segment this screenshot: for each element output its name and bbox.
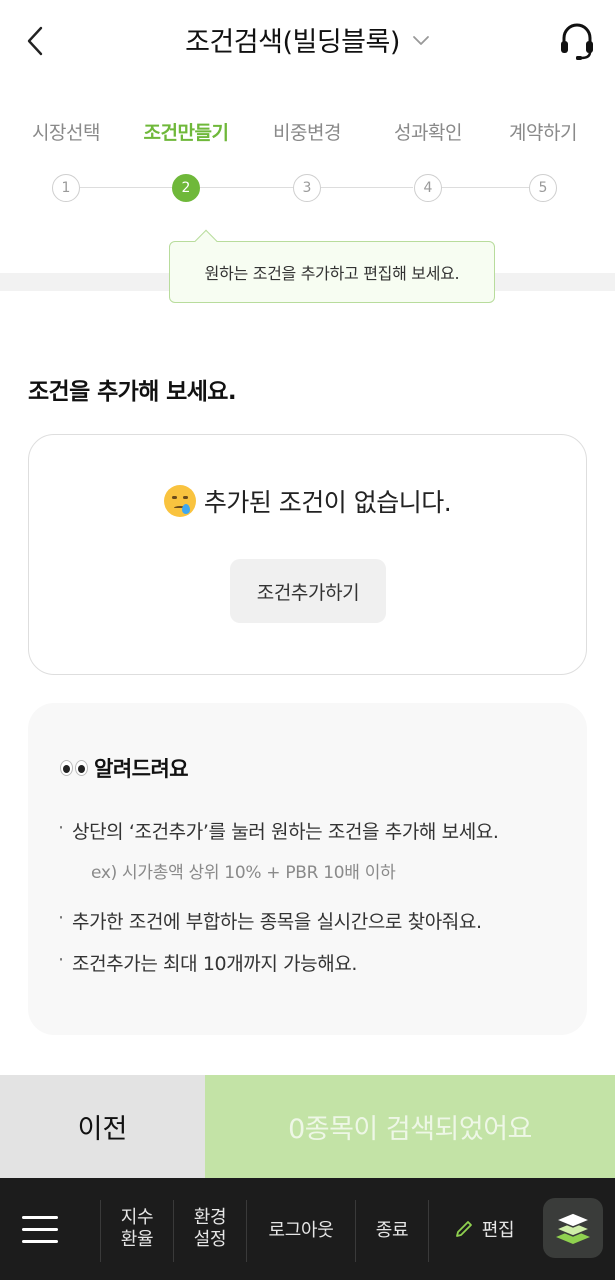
header: 조건검색(빌딩블록) xyxy=(0,0,615,84)
layers-button[interactable] xyxy=(543,1198,603,1258)
tab-index-exchange[interactable]: 지수 환율 xyxy=(101,1178,173,1280)
step-number: 2 xyxy=(172,174,200,202)
step-label: 비중변경 xyxy=(273,122,341,144)
tab-edit[interactable]: 편집 xyxy=(429,1178,539,1280)
step-check-performance[interactable]: 성과확인 4 xyxy=(378,118,478,202)
step-number: 3 xyxy=(293,174,321,202)
step-label: 성과확인 xyxy=(394,122,462,144)
eyes-icon xyxy=(60,760,88,776)
notice-item: · 추가한 조건에 부합하는 종목을 실시간으로 찾아줘요. xyxy=(58,907,482,933)
headset-icon xyxy=(561,23,593,60)
empty-message: 추가된 조건이 없습니다. xyxy=(29,483,586,519)
prev-button[interactable]: 이전 xyxy=(0,1075,205,1178)
step-label: 계약하기 xyxy=(509,122,577,144)
step-make-condition[interactable]: 조건만들기 2 xyxy=(136,118,236,202)
tab-env-settings[interactable]: 환경 설정 xyxy=(174,1178,246,1280)
step-number: 5 xyxy=(529,174,557,202)
step-number: 1 xyxy=(52,174,80,202)
step-label: 시장선택 xyxy=(32,122,100,144)
step-number: 4 xyxy=(414,174,442,202)
customer-support-button[interactable] xyxy=(557,20,597,62)
add-condition-button[interactable]: 조건추가하기 xyxy=(230,559,386,623)
empty-message-text: 추가된 조건이 없습니다. xyxy=(203,488,452,517)
title-dropdown[interactable]: 조건검색(빌딩블록) xyxy=(0,20,615,59)
tooltip-text: 원하는 조건을 추가하고 편집해 보세요. xyxy=(204,264,460,283)
tab-exit[interactable]: 종료 xyxy=(356,1178,428,1280)
tab-label: 설정 xyxy=(193,1229,227,1250)
notice-example: ex) 시가총액 상위 10% + PBR 10배 이하 xyxy=(91,863,396,883)
notice-title-text: 알려드려요 xyxy=(94,757,189,781)
step-connector xyxy=(80,187,172,188)
step-market-select[interactable]: 시장선택 1 xyxy=(16,118,116,202)
guide-tooltip: 원하는 조건을 추가하고 편집해 보세요. xyxy=(169,229,495,303)
step-connector xyxy=(200,187,293,188)
step-contract[interactable]: 계약하기 5 xyxy=(493,118,593,202)
page-title: 조건검색(빌딩블록) xyxy=(185,27,400,58)
tab-label: 환경 xyxy=(193,1207,227,1228)
step-label: 조건만들기 xyxy=(143,122,229,144)
menu-icon[interactable] xyxy=(22,1216,58,1244)
layers-icon xyxy=(554,1212,592,1244)
search-result-button[interactable]: 0종목이 검색되었어요 xyxy=(205,1075,615,1178)
step-change-weight[interactable]: 비중변경 3 xyxy=(257,118,357,202)
notice-title: 알려드려요 xyxy=(60,753,189,783)
bottom-tabbar: 지수 환율 환경 설정 로그아웃 종료 편집 xyxy=(0,1178,615,1280)
tab-logout[interactable]: 로그아웃 xyxy=(247,1178,355,1280)
notice-item: · 상단의 ‘조건추가’를 눌러 원하는 조건을 추가해 보세요. xyxy=(58,817,499,843)
crying-face-icon xyxy=(163,485,196,517)
empty-conditions-card: 추가된 조건이 없습니다. 조건추가하기 xyxy=(28,434,587,675)
notice-item-text: 추가한 조건에 부합하는 종목을 실시간으로 찾아줘요. xyxy=(72,911,482,933)
chevron-down-icon xyxy=(412,35,429,45)
pencil-icon xyxy=(455,1221,472,1237)
tab-label: 환율 xyxy=(120,1229,154,1250)
tab-label: 편집 xyxy=(481,1220,515,1241)
step-connector xyxy=(441,187,529,188)
notice-item: · 조건추가는 최대 10개까지 가능해요. xyxy=(58,949,358,975)
tooltip-arrow xyxy=(194,229,218,253)
step-connector xyxy=(321,187,413,188)
notice-item-text: 상단의 ‘조건추가’를 눌러 원하는 조건을 추가해 보세요. xyxy=(72,821,499,843)
notice-item-text: 조건추가는 최대 10개까지 가능해요. xyxy=(72,953,358,975)
tab-label: 지수 xyxy=(120,1207,154,1228)
notice-box: 알려드려요 · 상단의 ‘조건추가’를 눌러 원하는 조건을 추가해 보세요. e… xyxy=(28,703,587,1035)
section-title: 조건을 추가해 보세요. xyxy=(28,379,237,405)
step-indicator: 시장선택 1 조건만들기 2 비중변경 3 성과확인 4 계약하기 5 xyxy=(0,118,615,218)
